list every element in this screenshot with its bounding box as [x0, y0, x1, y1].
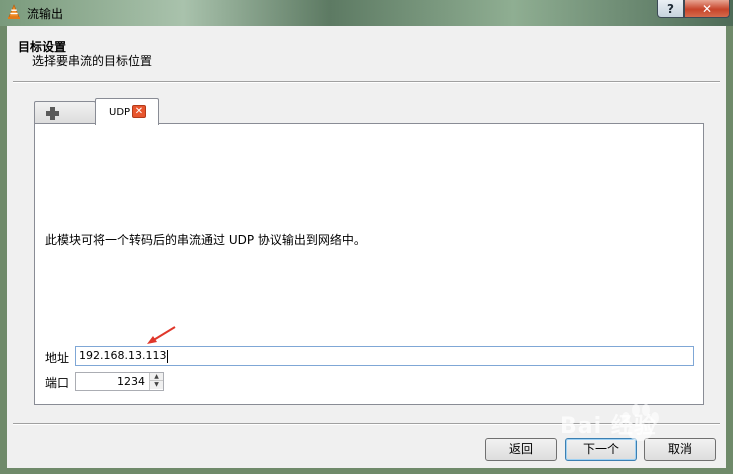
module-description: 此模块可将一个转码后的串流通过 UDP 协议输出到网络中。	[45, 233, 366, 247]
port-label: 端口	[45, 376, 70, 390]
page-subtitle: 选择要串流的目标位置	[32, 54, 153, 68]
address-label: 地址	[45, 351, 70, 365]
next-button[interactable]: 下一个	[565, 438, 637, 461]
footer-divider	[13, 423, 720, 425]
plus-icon	[46, 107, 59, 120]
title-bar: 流输出 ? ✕	[0, 0, 733, 26]
spin-up-icon[interactable]: ▲	[150, 373, 163, 381]
tab-udp[interactable]: UDP ✕	[95, 98, 159, 125]
port-spinbox[interactable]: 1234 ▲ ▼	[75, 372, 164, 391]
add-destination-tab[interactable]	[34, 101, 96, 124]
address-value: 192.168.13.113	[79, 349, 167, 362]
back-button[interactable]: 返回	[485, 438, 557, 461]
cancel-button[interactable]: 取消	[644, 438, 716, 461]
header-divider	[13, 81, 720, 83]
annotation-arrow-icon	[147, 326, 176, 344]
vlc-cone-icon	[8, 4, 20, 19]
port-value: 1234	[117, 375, 145, 388]
dialog-body: 目标设置 选择要串流的目标位置 UDP ✕ 此模块可将一个转码后的串流通过 UD…	[7, 26, 726, 468]
window-title: 流输出	[27, 7, 64, 21]
close-button[interactable]: ✕	[684, 0, 730, 18]
port-spin-buttons: ▲ ▼	[149, 373, 163, 390]
address-input[interactable]: 192.168.13.113	[75, 346, 694, 366]
udp-settings-panel: 此模块可将一个转码后的串流通过 UDP 协议输出到网络中。 地址 192.168…	[34, 123, 704, 405]
spin-down-icon[interactable]: ▼	[150, 381, 163, 389]
help-button[interactable]: ?	[657, 0, 684, 18]
tab-close-icon[interactable]: ✕	[132, 105, 146, 118]
text-caret	[167, 349, 169, 363]
tab-udp-label: UDP	[109, 107, 131, 118]
